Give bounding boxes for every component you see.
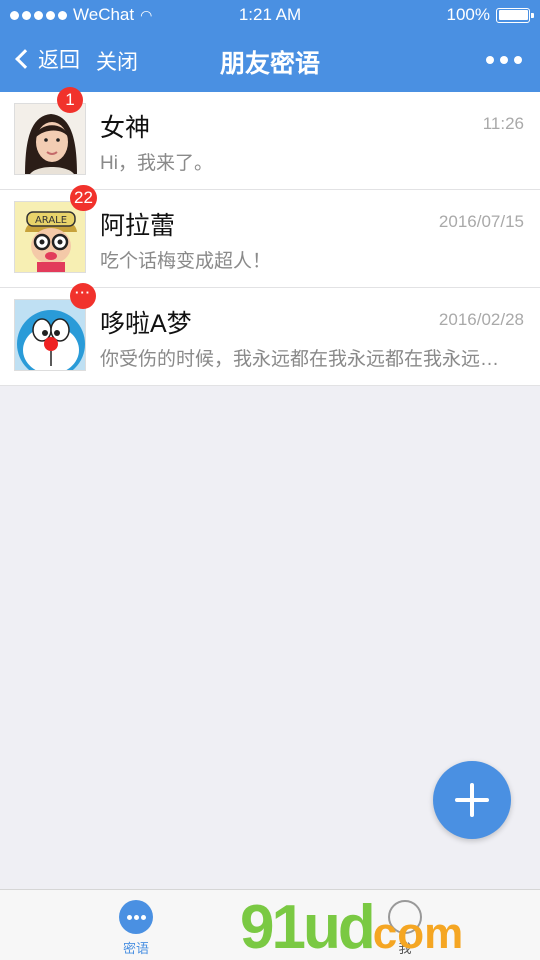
status-bar: WeChat ◠ 1:21 AM 100%	[0, 0, 540, 30]
unread-badge: 22	[70, 185, 97, 211]
close-button[interactable]: 关闭	[96, 46, 138, 76]
chat-time: 2016/02/28	[438, 310, 524, 329]
chat-bubble-icon	[119, 900, 153, 934]
tab-label: 我	[398, 941, 412, 956]
chat-name: 女神	[100, 114, 151, 142]
svg-text:ARALE: ARALE	[35, 215, 67, 226]
tab-secret-messages[interactable]: 密语	[96, 898, 176, 957]
more-badge: ···	[70, 283, 96, 309]
chat-time: 11:26	[482, 114, 524, 133]
chat-preview: Hi，我来了。	[100, 153, 213, 174]
chat-item-goddess[interactable]: 1 女神 11:26 Hi，我来了。	[0, 87, 540, 190]
chat-time: 2016/07/15	[438, 212, 524, 231]
chat-item-doraemon[interactable]: ··· 哆啦A梦 2016/02/28 你受伤的时候，我永远都在我永远都在我永远…	[0, 283, 540, 386]
user-icon	[388, 900, 422, 934]
chat-item-arale[interactable]: ARALE 22 阿拉蕾 2016/07/15 吃个话梅变成超人！	[0, 185, 540, 288]
more-icon[interactable]	[486, 56, 522, 64]
chat-preview: 吃个话梅变成超人！	[100, 251, 272, 272]
status-right: 100%	[446, 5, 534, 25]
back-label: 返回	[38, 49, 80, 72]
back-button[interactable]: 返回	[12, 44, 80, 74]
chat-name: 哆啦A梦	[100, 310, 192, 338]
top-bar: WeChat ◠ 1:21 AM 100% 返回 关闭 朋友密语	[0, 0, 540, 92]
avatar: ARALE	[14, 201, 86, 273]
tab-bar: 密语 我	[0, 889, 540, 960]
add-button[interactable]	[433, 761, 511, 839]
battery-icon	[496, 7, 534, 23]
avatar	[14, 299, 86, 371]
avatar	[14, 103, 86, 175]
chat-list: 1 女神 11:26 Hi，我来了。 ARALE 22 阿拉蕾 2016/07/…	[0, 87, 540, 386]
battery-percent: 100%	[446, 5, 490, 24]
tab-me[interactable]: 我	[365, 898, 445, 957]
chevron-left-icon	[15, 49, 35, 69]
unread-badge: 1	[57, 87, 83, 113]
navigation-bar: 返回 关闭 朋友密语	[0, 30, 540, 92]
chat-preview: 你受伤的时候，我永远都在我永远都在我永远都在	[100, 349, 510, 370]
page-title: 朋友密语	[219, 50, 320, 78]
chat-name: 阿拉蕾	[100, 212, 176, 240]
tab-label: 密语	[122, 941, 149, 956]
